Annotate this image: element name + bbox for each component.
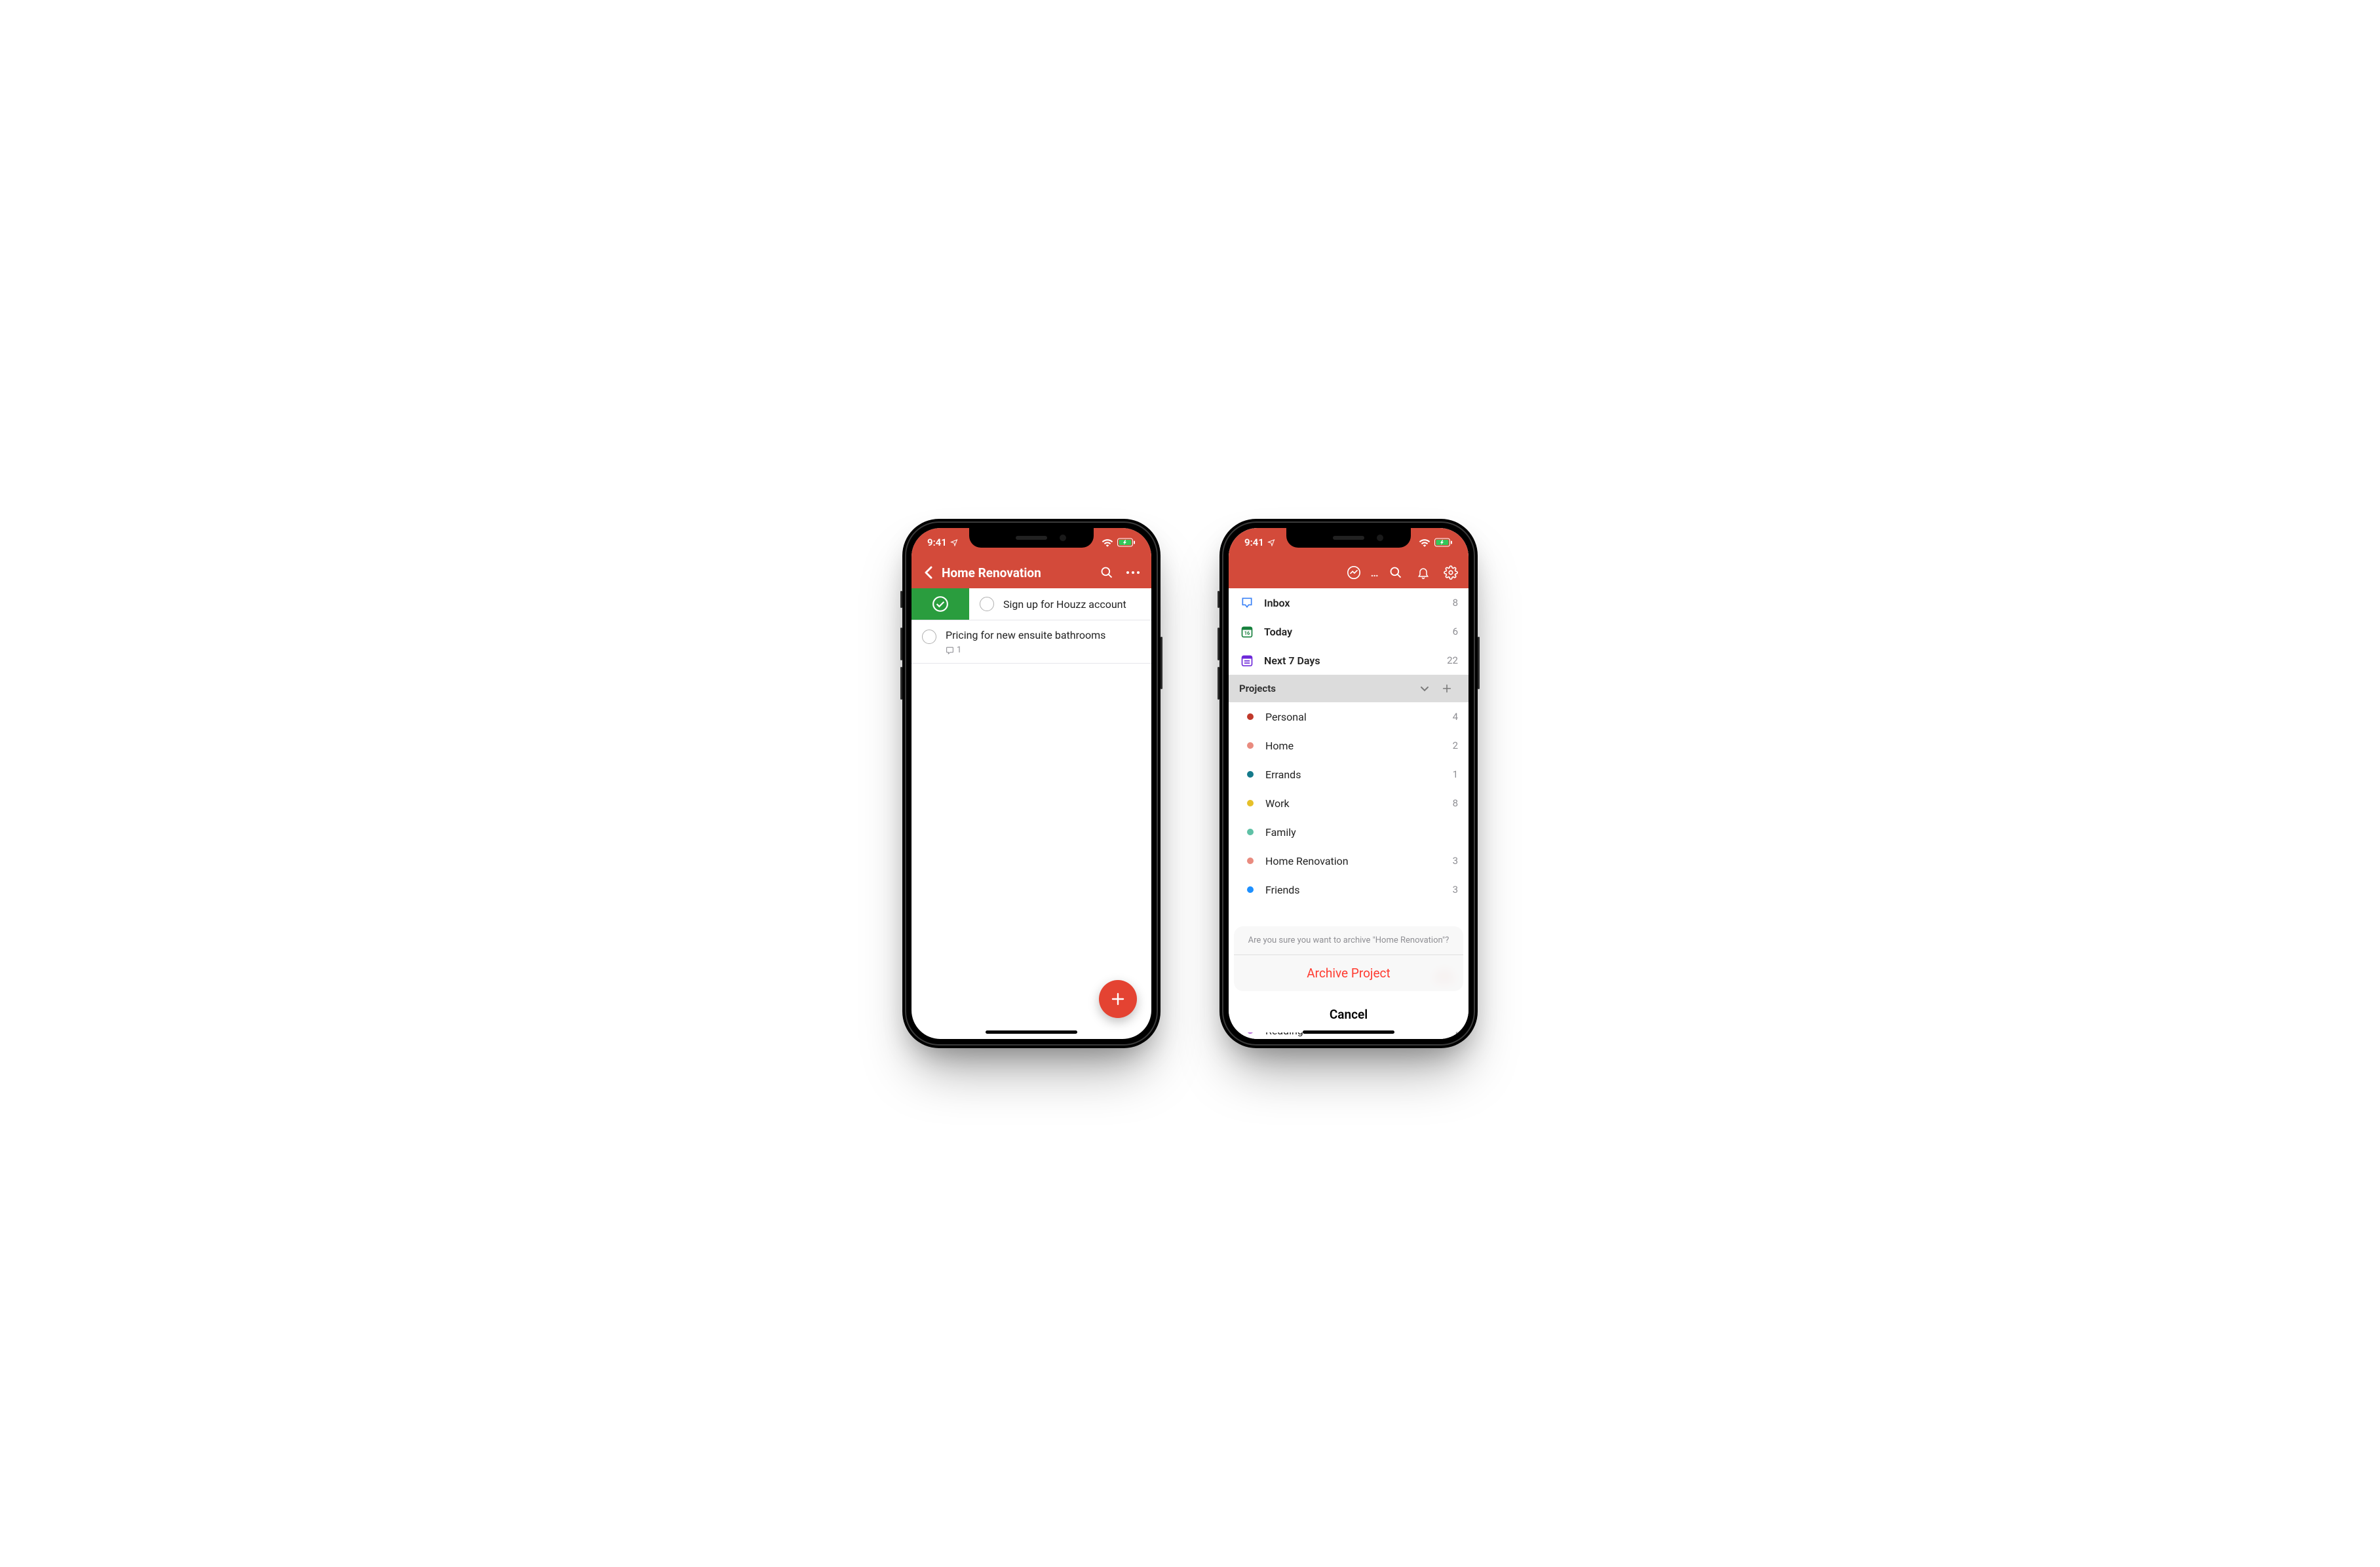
calendar-today-icon: 16 xyxy=(1240,625,1254,638)
section-header-projects[interactable]: Projects xyxy=(1229,675,1468,702)
calendar-week-icon xyxy=(1240,654,1254,667)
wifi-icon xyxy=(1419,538,1430,547)
action-sheet: Are you sure you want to archive "Home R… xyxy=(1234,926,1463,1032)
comment-icon xyxy=(946,646,954,654)
swipe-complete-action[interactable] xyxy=(912,588,969,620)
phone-frame-left: 9:41 Home Renovation xyxy=(902,519,1161,1048)
inbox-icon xyxy=(1240,596,1254,609)
add-project-button[interactable] xyxy=(1436,683,1458,694)
home-indicator[interactable] xyxy=(986,1030,1077,1034)
location-icon xyxy=(950,538,958,546)
project-color-dot xyxy=(1247,713,1254,720)
filter-next7days[interactable]: Next 7 Days 22 xyxy=(1229,646,1468,675)
back-button[interactable] xyxy=(917,566,940,579)
svg-text:16: 16 xyxy=(1244,630,1250,636)
project-row[interactable]: Friends3 xyxy=(1229,875,1468,904)
overflow-ellipsis: … xyxy=(1369,567,1381,579)
notifications-button[interactable] xyxy=(1411,565,1436,580)
status-time: 9:41 xyxy=(927,537,947,548)
project-label: Work xyxy=(1265,797,1453,810)
search-icon xyxy=(1100,566,1113,579)
plus-icon xyxy=(1110,991,1126,1007)
project-row[interactable]: Home Renovation3 xyxy=(1229,846,1468,875)
task-checkbox[interactable] xyxy=(922,630,936,644)
archive-project-button[interactable]: Archive Project xyxy=(1234,955,1463,991)
add-task-fab[interactable] xyxy=(1099,980,1137,1018)
project-count: 8 xyxy=(1453,797,1458,809)
filter-inbox[interactable]: Inbox 8 xyxy=(1229,588,1468,617)
more-horizontal-icon xyxy=(1126,571,1140,575)
nav-bar: Home Renovation xyxy=(912,557,1151,588)
phone-frame-right: 9:41 … xyxy=(1219,519,1478,1048)
project-label: Home Renovation xyxy=(1265,855,1453,867)
project-row[interactable]: Errands1 xyxy=(1229,760,1468,789)
battery-icon xyxy=(1117,538,1136,547)
project-count: 1 xyxy=(1453,768,1458,780)
project-color-dot xyxy=(1247,742,1254,749)
notch xyxy=(969,528,1094,548)
location-icon xyxy=(1267,538,1275,546)
project-label: Errands xyxy=(1265,768,1453,781)
project-color-dot xyxy=(1247,771,1254,778)
project-count: 3 xyxy=(1453,855,1458,867)
project-color-dot xyxy=(1247,858,1254,864)
task-row[interactable]: Pricing for new ensuite bathrooms 1 xyxy=(912,620,1151,664)
collapse-toggle[interactable] xyxy=(1413,685,1436,692)
chevron-down-icon xyxy=(1420,685,1429,692)
project-row[interactable]: Personal4 xyxy=(1229,702,1468,731)
project-label: Personal xyxy=(1265,711,1453,723)
task-title: Pricing for new ensuite bathrooms xyxy=(946,628,1105,643)
search-button[interactable] xyxy=(1383,566,1408,579)
home-indicator[interactable] xyxy=(1303,1030,1394,1034)
wifi-icon xyxy=(1102,538,1113,547)
settings-button[interactable] xyxy=(1438,565,1463,580)
productivity-button[interactable] xyxy=(1341,565,1366,580)
search-button[interactable] xyxy=(1094,566,1120,579)
project-label: Friends xyxy=(1265,884,1453,896)
trend-circle-icon xyxy=(1347,565,1361,580)
project-count: 3 xyxy=(1453,884,1458,896)
plus-icon xyxy=(1442,683,1452,694)
status-time: 9:41 xyxy=(1244,537,1264,548)
task-list: Sign up for Houzz account Pricing for ne… xyxy=(912,528,1151,1039)
project-count: 4 xyxy=(1453,711,1458,723)
search-icon xyxy=(1389,566,1402,579)
page-title: Home Renovation xyxy=(942,565,1041,580)
bell-icon xyxy=(1417,565,1430,580)
project-color-dot xyxy=(1247,800,1254,806)
filter-today[interactable]: 16 Today 6 xyxy=(1229,617,1468,646)
project-row[interactable]: Work8 xyxy=(1229,789,1468,818)
action-sheet-message: Are you sure you want to archive "Home R… xyxy=(1234,926,1463,955)
battery-icon xyxy=(1434,538,1453,547)
notch xyxy=(1286,528,1411,548)
task-comment-count: 1 xyxy=(946,645,1105,655)
project-row[interactable]: Family xyxy=(1229,818,1468,846)
project-color-dot xyxy=(1247,829,1254,835)
cancel-button[interactable]: Cancel xyxy=(1234,996,1463,1032)
task-row-swiped[interactable]: Sign up for Houzz account xyxy=(912,588,1151,620)
project-count: 2 xyxy=(1453,740,1458,751)
project-row[interactable]: Home2 xyxy=(1229,731,1468,760)
task-title: Sign up for Houzz account xyxy=(1003,598,1126,611)
project-color-dot xyxy=(1247,886,1254,893)
gear-icon xyxy=(1444,565,1458,580)
chevron-left-icon xyxy=(924,566,933,579)
toolbar: … xyxy=(1229,557,1468,588)
project-label: Family xyxy=(1265,826,1458,839)
project-label: Home xyxy=(1265,740,1453,752)
more-button[interactable] xyxy=(1120,571,1146,575)
check-circle-icon xyxy=(932,595,949,613)
task-checkbox[interactable] xyxy=(980,597,994,611)
